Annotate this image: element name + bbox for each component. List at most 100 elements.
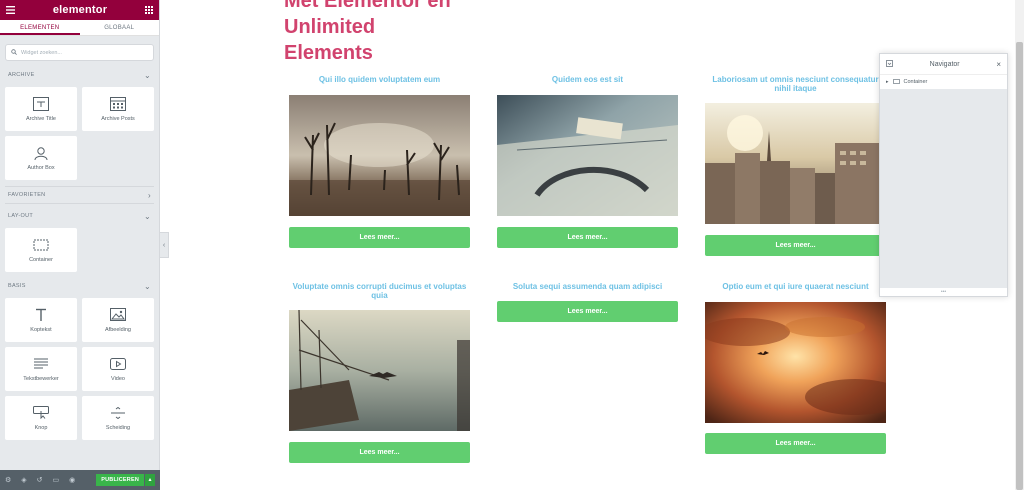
widget-label: Container [29, 256, 53, 263]
widget-label: Archive Posts [101, 115, 135, 122]
post-card-image-desk-map[interactable] [497, 95, 678, 216]
navigator-item-container[interactable]: ▸ Container [880, 74, 1007, 89]
search-icon [11, 48, 17, 57]
post-card-image-dead-trees[interactable] [289, 95, 470, 216]
elementor-logo: elementor [52, 4, 108, 16]
archive-posts-icon [110, 96, 126, 111]
post-card-title[interactable]: Voluptate omnis corrupti ducimus et volu… [289, 282, 470, 300]
widget-label: Knop [34, 424, 48, 431]
scrollbar-thumb[interactable] [1016, 42, 1023, 490]
container-icon [33, 238, 49, 252]
publish-options-arrow-icon[interactable]: ▴ [145, 474, 155, 486]
widget-archive-posts[interactable]: Archive Posts [82, 87, 154, 131]
archive-widgets: Archive Title Archive Posts Author Box [0, 87, 159, 180]
panel-footer: ⚙ ◈ ↺ ▭ ◉ PUBLICEREN ▴ [0, 470, 160, 490]
layout-widgets: Container [0, 228, 159, 272]
basis-widgets: Koptekst Afbeelding Tekstbewerker Video [0, 298, 159, 440]
panel-header: elementor [0, 0, 159, 20]
section-layout-header[interactable]: LAY-OUT ⌄ [0, 208, 159, 224]
video-play-icon [110, 357, 126, 371]
post-card-title[interactable]: Qui illo quidem voluptatem eum [289, 75, 470, 84]
read-more-button[interactable]: Lees meer... [497, 301, 678, 322]
widget-label: Koptekst [30, 326, 52, 333]
navigator-header[interactable]: Navigator × [880, 54, 1007, 74]
chevron-right-icon: › [148, 190, 151, 200]
publish-button-group: PUBLICEREN ▴ [96, 474, 155, 486]
hamburger-menu-icon[interactable] [6, 1, 15, 19]
archive-title-icon [33, 96, 49, 111]
widget-author-box[interactable]: Author Box [5, 136, 77, 180]
heading-line: Unlimited [284, 16, 376, 38]
read-more-button[interactable]: Lees meer... [289, 227, 470, 248]
widget-label: Tekstbewerker [23, 375, 59, 382]
post-card-title[interactable]: Soluta sequi assumenda quam adipisci [497, 282, 678, 291]
preview-eye-icon[interactable]: ◉ [69, 476, 75, 484]
navigator-title: Navigator [929, 60, 960, 68]
history-icon[interactable]: ↺ [37, 476, 43, 484]
search-placeholder: Widget zoeken... [21, 49, 62, 56]
widget-label: Archive Title [26, 115, 56, 122]
post-card-title[interactable]: Quidem eos est sit [497, 75, 678, 84]
section-basis-header[interactable]: BASIS ⌄ [0, 278, 159, 294]
post-card-title[interactable]: Optio eum et qui iure quaerat nesciunt [705, 282, 886, 291]
read-more-button[interactable]: Lees meer... [705, 433, 886, 454]
widget-container[interactable]: Container [5, 228, 77, 272]
post-card-image-sunset-sky[interactable] [705, 302, 886, 423]
container-icon [892, 78, 900, 86]
heading-t-icon [33, 308, 49, 322]
tab-globaal[interactable]: GLOBAAL [80, 20, 160, 35]
widget-search-input[interactable]: Widget zoeken... [5, 44, 154, 61]
button-pointer-icon [33, 406, 49, 420]
layers-icon[interactable]: ◈ [21, 476, 26, 484]
widget-video[interactable]: Video [82, 347, 154, 391]
page-scrollbar[interactable] [1015, 0, 1024, 490]
close-icon[interactable]: × [996, 60, 1001, 69]
post-card-image-boat[interactable] [289, 310, 470, 431]
widget-archive-title[interactable]: Archive Title [5, 87, 77, 131]
editor-root: elementor ELEMENTEN GLOBAAL Widget zoeke… [0, 0, 1024, 490]
divider-icon [110, 406, 126, 420]
image-icon [110, 308, 126, 322]
widget-heading[interactable]: Koptekst [5, 298, 77, 342]
section-archive-header[interactable]: ARCHIVE ⌄ [0, 67, 159, 83]
section-favorieten-label: FAVORIETEN [8, 192, 46, 198]
tab-elementen[interactable]: ELEMENTEN [0, 20, 80, 35]
widget-label: Scheiding [105, 424, 131, 431]
page-heading: Met Elementor en Unlimited Elements [284, 0, 451, 66]
resize-handle[interactable]: ••• [880, 288, 1007, 296]
read-more-button[interactable]: Lees meer... [497, 227, 678, 248]
read-more-button[interactable]: Lees meer... [289, 442, 470, 463]
widget-text-editor[interactable]: Tekstbewerker [5, 347, 77, 391]
section-basis-label: BASIS [8, 283, 26, 289]
widget-divider[interactable]: Scheiding [82, 396, 154, 440]
widget-panel: elementor ELEMENTEN GLOBAAL Widget zoeke… [0, 0, 160, 490]
heading-line: Elements [284, 42, 373, 64]
post-card-image-city[interactable] [705, 103, 886, 224]
navigator-item-label: Container [903, 79, 928, 85]
widget-button[interactable]: Knop [5, 396, 77, 440]
post-card-title[interactable]: Laboriosam ut omnis nesciunt consequatur… [705, 75, 886, 93]
divider [5, 203, 154, 204]
chevron-down-icon: ⌄ [143, 211, 151, 221]
author-box-icon [33, 146, 49, 160]
heading-line: Met Elementor en [284, 0, 451, 12]
section-layout-label: LAY-OUT [8, 213, 34, 219]
settings-gear-icon[interactable]: ⚙ [5, 476, 11, 484]
chevron-down-icon: ⌄ [143, 281, 151, 291]
section-archive-label: ARCHIVE [8, 72, 35, 78]
widget-label: Afbeelding [105, 326, 131, 333]
section-favorieten-header[interactable]: FAVORIETEN › [0, 187, 159, 203]
apps-grid-icon[interactable] [145, 1, 153, 19]
text-editor-icon [33, 357, 49, 371]
expand-all-icon[interactable] [886, 59, 893, 69]
chevron-down-icon: ⌄ [143, 70, 151, 80]
panel-tabs: ELEMENTEN GLOBAAL [0, 20, 159, 36]
read-more-button[interactable]: Lees meer... [705, 235, 886, 256]
widget-image[interactable]: Afbeelding [82, 298, 154, 342]
collapse-panel-arrow-icon[interactable]: ‹ [160, 232, 169, 258]
navigator-panel: Navigator × ▸ Container ••• [879, 53, 1008, 297]
caret-right-icon[interactable]: ▸ [886, 79, 889, 85]
publish-button[interactable]: PUBLICEREN [96, 474, 144, 486]
responsive-mode-icon[interactable]: ▭ [53, 476, 60, 484]
widget-label: Video [111, 375, 125, 382]
